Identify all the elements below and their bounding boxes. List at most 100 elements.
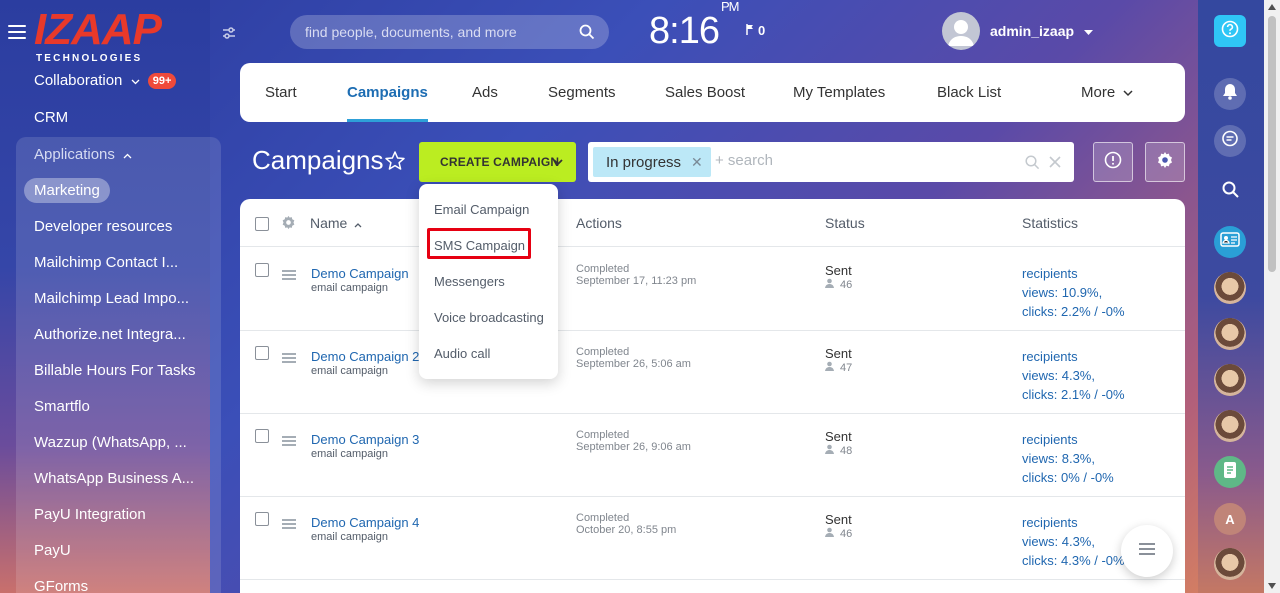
group-avatar[interactable] <box>1214 410 1246 442</box>
sidebar-item-crm[interactable]: CRM <box>34 109 68 126</box>
views-link[interactable]: views: 4.3%, <box>1022 534 1095 549</box>
star-icon[interactable] <box>384 150 406 172</box>
clear-icon[interactable] <box>1048 155 1062 169</box>
global-search-input[interactable] <box>305 24 575 40</box>
table-row[interactable]: Demo Campaign email campaign Completed S… <box>240 248 1185 331</box>
column-header-statistics[interactable]: Statistics <box>1022 215 1078 231</box>
sidebar-item-authorize-net[interactable]: Authorize.net Integra... <box>34 326 186 343</box>
group-avatar[interactable] <box>1214 318 1246 350</box>
user-avatar-letter[interactable]: A <box>1214 503 1246 535</box>
list-button[interactable] <box>1121 525 1173 577</box>
sidebar-item-collaboration[interactable]: Collaboration 99+ <box>34 72 177 90</box>
info-button[interactable] <box>1093 142 1133 182</box>
search-icon[interactable] <box>1025 155 1040 170</box>
user-menu[interactable]: admin_izaap <box>942 12 1094 50</box>
table-row[interactable]: Demo Campaign 4 email campaign Completed… <box>240 497 1185 580</box>
tab-my-templates[interactable]: My Templates <box>793 63 885 122</box>
menu-item-audio-call[interactable]: Audio call <box>434 346 490 361</box>
help-button[interactable] <box>1214 15 1246 47</box>
row-checkbox[interactable] <box>255 429 269 443</box>
page-scrollbar[interactable] <box>1264 0 1280 593</box>
recipients-link[interactable]: recipients <box>1022 432 1078 447</box>
tab-sales-boost[interactable]: Sales Boost <box>665 63 745 122</box>
campaign-name-link[interactable]: Demo Campaign <box>311 266 409 281</box>
table-row[interactable]: Demo Campaign 2 email campaign Completed… <box>240 331 1185 414</box>
sidebar-item-payu[interactable]: PayU <box>34 542 71 559</box>
row-checkbox[interactable] <box>255 346 269 360</box>
views-link[interactable]: views: 10.9%, <box>1022 285 1102 300</box>
scroll-up-icon[interactable] <box>1268 4 1276 10</box>
filter-chip[interactable]: In progress ✕ <box>593 147 711 177</box>
settings-button[interactable] <box>1145 142 1185 182</box>
workgroup-button[interactable] <box>1214 456 1246 488</box>
sliders-icon[interactable] <box>222 26 236 40</box>
sidebar-item-developer-resources[interactable]: Developer resources <box>34 218 172 235</box>
tab-start[interactable]: Start <box>265 63 297 122</box>
gear-icon[interactable] <box>281 215 296 235</box>
campaign-name-link[interactable]: Demo Campaign 4 <box>311 515 419 530</box>
row-checkbox[interactable] <box>255 512 269 526</box>
contact-card-button[interactable] <box>1214 226 1246 258</box>
drag-handle-icon[interactable] <box>282 436 296 446</box>
search-icon[interactable] <box>579 24 595 40</box>
recipients-link[interactable]: recipients <box>1022 266 1078 281</box>
sidebar-item-wazzup[interactable]: Wazzup (WhatsApp, ... <box>34 434 187 451</box>
filter-search-input[interactable] <box>715 152 1005 169</box>
sidebar-item-billable-hours[interactable]: Billable Hours For Tasks <box>34 362 195 379</box>
sidebar-item-mailchimp-contact[interactable]: Mailchimp Contact I... <box>34 254 178 271</box>
views-link[interactable]: views: 8.3%, <box>1022 451 1095 466</box>
global-search[interactable] <box>290 15 609 49</box>
company-logo[interactable]: IZAAP TECHNOLOGIES <box>34 8 164 65</box>
tab-ads[interactable]: Ads <box>472 63 498 122</box>
menu-item-voice-broadcasting[interactable]: Voice broadcasting <box>434 310 544 325</box>
remove-filter-icon[interactable]: ✕ <box>691 154 703 171</box>
select-all-checkbox[interactable] <box>255 217 269 231</box>
clicks-link[interactable]: clicks: 2.1% / -0% <box>1022 387 1125 402</box>
chevron-down-icon <box>1123 84 1133 101</box>
column-header-name[interactable]: Name <box>310 215 362 231</box>
sidebar-item-smartflo[interactable]: Smartflo <box>34 398 90 415</box>
group-avatar[interactable] <box>1214 364 1246 396</box>
tab-more[interactable]: More <box>1081 63 1133 122</box>
group-avatar[interactable] <box>1214 548 1246 580</box>
clicks-link[interactable]: clicks: 0% / -0% <box>1022 470 1114 485</box>
flag-counter[interactable]: 0 <box>746 23 765 38</box>
tab-black-list[interactable]: Black List <box>937 63 1001 122</box>
tab-campaigns[interactable]: Campaigns <box>347 63 428 122</box>
sidebar-item-whatsapp-business[interactable]: WhatsApp Business A... <box>34 470 194 487</box>
sidebar-item-gforms[interactable]: GForms <box>34 578 88 593</box>
clicks-link[interactable]: clicks: 4.3% / -0% <box>1022 553 1125 568</box>
clicks-link[interactable]: clicks: 2.2% / -0% <box>1022 304 1125 319</box>
column-header-status[interactable]: Status <box>825 215 865 231</box>
views-link[interactable]: views: 4.3%, <box>1022 368 1095 383</box>
drag-handle-icon[interactable] <box>282 270 296 280</box>
drag-handle-icon[interactable] <box>282 353 296 363</box>
clock[interactable]: 8:16PM <box>649 0 739 53</box>
row-checkbox[interactable] <box>255 263 269 277</box>
menu-item-email-campaign[interactable]: Email Campaign <box>434 202 529 217</box>
chat-button[interactable] <box>1214 125 1246 157</box>
drag-handle-icon[interactable] <box>282 519 296 529</box>
menu-item-sms-campaign[interactable]: SMS Campaign <box>434 238 525 253</box>
campaign-name-link[interactable]: Demo Campaign 3 <box>311 432 419 447</box>
filter-bar[interactable]: In progress ✕ <box>588 142 1074 182</box>
table-row[interactable]: Demo Campaign 3 email campaign Completed… <box>240 414 1185 497</box>
chevron-down-icon <box>552 156 564 168</box>
tab-segments[interactable]: Segments <box>548 63 616 122</box>
column-header-actions[interactable]: Actions <box>576 215 622 231</box>
scrollbar-thumb[interactable] <box>1268 16 1276 272</box>
recipients-link[interactable]: recipients <box>1022 349 1078 364</box>
menu-icon[interactable] <box>8 25 26 39</box>
campaign-name-link[interactable]: Demo Campaign 2 <box>311 349 419 364</box>
notifications-button[interactable] <box>1214 78 1246 110</box>
menu-item-messengers[interactable]: Messengers <box>434 274 505 289</box>
scroll-down-icon[interactable] <box>1268 583 1276 589</box>
sidebar-item-payu-integration[interactable]: PayU Integration <box>34 506 146 523</box>
sidebar-item-mailchimp-lead[interactable]: Mailchimp Lead Impo... <box>34 290 189 307</box>
sidebar-item-applications[interactable]: Applications <box>34 146 132 163</box>
create-campaign-button[interactable]: CREATE CAMPAIGN <box>419 142 576 182</box>
search-button[interactable] <box>1214 176 1246 208</box>
group-avatar[interactable] <box>1214 272 1246 304</box>
recipients-link[interactable]: recipients <box>1022 515 1078 530</box>
sidebar-item-marketing[interactable]: Marketing <box>24 178 110 203</box>
